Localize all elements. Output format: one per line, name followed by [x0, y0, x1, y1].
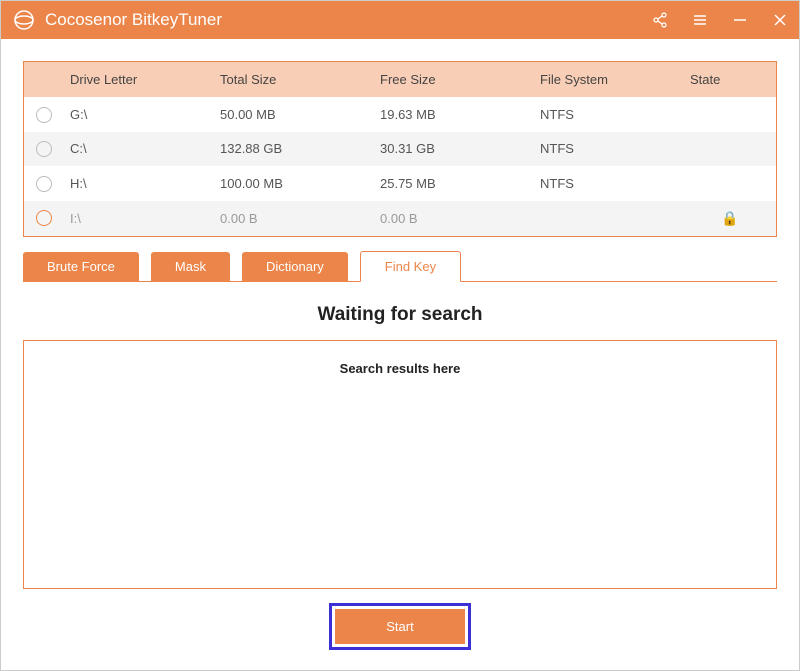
cell-state	[684, 97, 776, 132]
cell-drive: H:\	[64, 166, 214, 201]
cell-fs	[534, 201, 684, 236]
col-header-fs: File System	[534, 62, 684, 97]
tabs: Brute Force Mask Dictionary Find Key	[23, 251, 777, 282]
results-placeholder: Search results here	[44, 361, 756, 376]
cell-state	[684, 132, 776, 167]
col-header-state: State	[684, 62, 776, 97]
cell-free: 30.31 GB	[374, 132, 534, 167]
radio-icon[interactable]	[36, 141, 52, 157]
start-button[interactable]: Start	[335, 609, 465, 644]
cell-fs: NTFS	[534, 132, 684, 167]
cell-free: 0.00 B	[374, 201, 534, 236]
col-header-free: Free Size	[374, 62, 534, 97]
cell-state	[684, 166, 776, 201]
main-content: Drive Letter Total Size Free Size File S…	[1, 39, 799, 670]
tab-find-key[interactable]: Find Key	[360, 251, 461, 282]
table-header-row: Drive Letter Total Size Free Size File S…	[24, 62, 776, 97]
lock-icon: 🔒	[721, 210, 738, 226]
cell-drive: G:\	[64, 97, 214, 132]
cell-drive: C:\	[64, 132, 214, 167]
tab-brute-force[interactable]: Brute Force	[23, 252, 139, 281]
tab-mask[interactable]: Mask	[151, 252, 230, 281]
col-header-total: Total Size	[214, 62, 374, 97]
cell-total: 0.00 B	[214, 201, 374, 236]
cell-state: 🔒	[684, 201, 776, 236]
start-button-highlight: Start	[329, 603, 471, 650]
radio-icon[interactable]	[36, 176, 52, 192]
app-window: Cocosenor BitkeyTuner Drive Letter Total…	[0, 0, 800, 671]
results-panel: Search results here	[23, 340, 777, 589]
radio-icon[interactable]	[36, 107, 52, 123]
minimize-icon[interactable]	[731, 11, 749, 29]
share-icon[interactable]	[651, 11, 669, 29]
close-icon[interactable]	[771, 11, 789, 29]
cell-drive: I:\	[64, 201, 214, 236]
app-logo-icon	[13, 9, 35, 31]
table-row[interactable]: G:\ 50.00 MB 19.63 MB NTFS	[24, 97, 776, 132]
table-row[interactable]: I:\ 0.00 B 0.00 B 🔒	[24, 201, 776, 236]
status-heading: Waiting for search	[23, 304, 777, 326]
menu-icon[interactable]	[691, 11, 709, 29]
radio-icon[interactable]	[36, 210, 52, 226]
col-header-drive: Drive Letter	[64, 62, 214, 97]
cell-fs: NTFS	[534, 97, 684, 132]
cell-total: 50.00 MB	[214, 97, 374, 132]
app-title: Cocosenor BitkeyTuner	[45, 10, 651, 30]
table-row[interactable]: H:\ 100.00 MB 25.75 MB NTFS	[24, 166, 776, 201]
cell-fs: NTFS	[534, 166, 684, 201]
cell-free: 25.75 MB	[374, 166, 534, 201]
titlebar: Cocosenor BitkeyTuner	[1, 1, 799, 39]
table-row[interactable]: C:\ 132.88 GB 30.31 GB NTFS	[24, 132, 776, 167]
cell-total: 100.00 MB	[214, 166, 374, 201]
tab-dictionary[interactable]: Dictionary	[242, 252, 348, 281]
footer: Start	[23, 589, 777, 654]
cell-total: 132.88 GB	[214, 132, 374, 167]
drive-table: Drive Letter Total Size Free Size File S…	[23, 61, 777, 237]
cell-free: 19.63 MB	[374, 97, 534, 132]
